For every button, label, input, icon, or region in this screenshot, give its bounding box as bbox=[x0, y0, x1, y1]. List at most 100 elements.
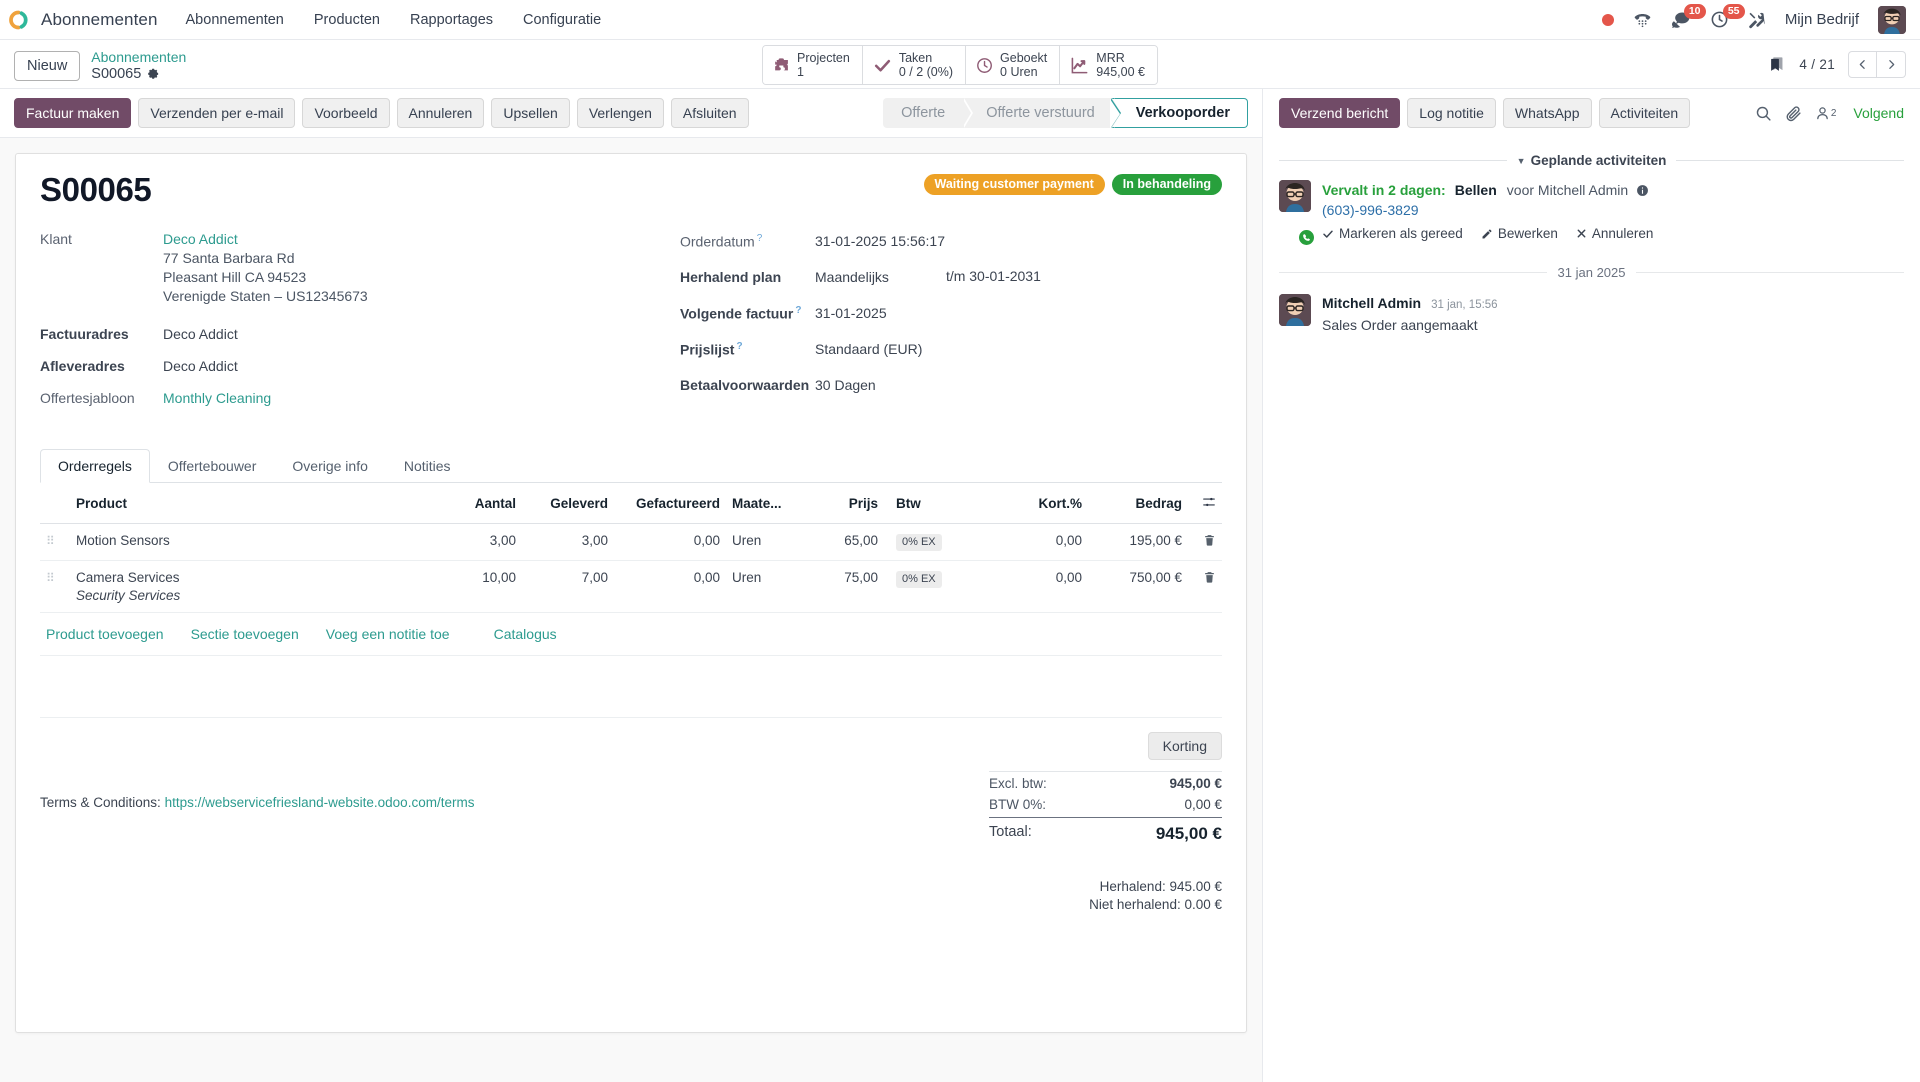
scheduled-activities-title[interactable]: ▼ Geplande activiteiten bbox=[1517, 153, 1667, 168]
stage-offerte-verstuurd[interactable]: Offerte verstuurd bbox=[962, 98, 1123, 128]
field-value-prijslijst[interactable]: Standaard (EUR) bbox=[815, 340, 922, 359]
activity-phone-link[interactable]: (603)-996-3829 bbox=[1322, 201, 1904, 220]
tab-offertebouwer[interactable]: Offertebouwer bbox=[150, 449, 274, 483]
column-product[interactable]: Product bbox=[70, 483, 430, 524]
user-avatar[interactable] bbox=[1878, 5, 1906, 34]
mark-done-button[interactable]: Markeren als gereed bbox=[1322, 224, 1463, 243]
delete-row-icon[interactable] bbox=[1203, 572, 1216, 587]
action-button-upsellen[interactable]: Upsellen bbox=[491, 98, 570, 128]
messages-icon[interactable]: 10 bbox=[1671, 3, 1706, 30]
follow-toggle-button[interactable]: Volgend bbox=[1853, 105, 1904, 121]
add-note-link[interactable]: Voeg een notitie toe bbox=[326, 626, 450, 642]
action-button-afsluiten[interactable]: Afsluiten bbox=[670, 98, 749, 128]
stat-button-geboekt[interactable]: Geboekt 0 Uren bbox=[966, 46, 1061, 84]
app-brand[interactable]: Abonnementen bbox=[8, 8, 158, 32]
drag-handle-icon[interactable]: ⠿ bbox=[46, 571, 55, 585]
stat-button-taken[interactable]: Taken 0 / 2 (0%) bbox=[862, 46, 967, 84]
row-drag-handle[interactable]: ⠿ bbox=[40, 523, 70, 561]
help-icon-orderdatum[interactable]: ? bbox=[757, 233, 763, 244]
column-gefactureerd[interactable]: Gefactureerd bbox=[614, 483, 726, 524]
cell-geleverd[interactable]: 3,00 bbox=[522, 523, 614, 561]
cell-product[interactable]: Camera Services Security Services bbox=[70, 560, 430, 613]
cell-prijs[interactable]: 75,00 bbox=[818, 560, 884, 613]
attachment-paperclip-icon[interactable] bbox=[1785, 105, 1802, 122]
menu-item-rapportages[interactable]: Rapportages bbox=[408, 8, 495, 32]
gear-icon[interactable] bbox=[147, 68, 160, 81]
tab-orderregels[interactable]: Orderregels bbox=[40, 449, 150, 483]
cell-delete[interactable] bbox=[1188, 560, 1222, 613]
add-section-link[interactable]: Sectie toevoegen bbox=[191, 626, 299, 642]
action-button-verlengen[interactable]: Verlengen bbox=[576, 98, 664, 128]
company-switcher[interactable]: Mijn Bedrijf bbox=[1785, 11, 1859, 28]
action-button-verzenden-per-email[interactable]: Verzenden per e-mail bbox=[138, 98, 296, 128]
breadcrumb-parent-link[interactable]: Abonnementen bbox=[91, 49, 186, 65]
edit-activity-button[interactable]: Bewerken bbox=[1481, 224, 1558, 243]
pager-next-button[interactable] bbox=[1877, 51, 1906, 78]
bookmark-icon[interactable] bbox=[1769, 55, 1786, 74]
column-btw[interactable]: Btw bbox=[884, 483, 996, 524]
customer-link[interactable]: Deco Addict bbox=[163, 231, 238, 247]
chevron-down-icon[interactable]: ▼ bbox=[1517, 156, 1526, 166]
column-options-icon[interactable] bbox=[1202, 497, 1216, 512]
field-value-afleveradres[interactable]: Deco Addict bbox=[163, 357, 238, 376]
cell-maateenheid[interactable]: Uren bbox=[726, 523, 818, 561]
action-button-factuur-maken[interactable]: Factuur maken bbox=[14, 98, 132, 128]
dialpad-icon[interactable] bbox=[1633, 10, 1652, 29]
stage-offerte[interactable]: Offerte bbox=[883, 98, 974, 128]
row-drag-handle[interactable]: ⠿ bbox=[40, 560, 70, 613]
new-record-button[interactable]: Nieuw bbox=[14, 51, 81, 81]
info-icon[interactable] bbox=[1636, 184, 1649, 197]
cell-gefactureerd[interactable]: 0,00 bbox=[614, 523, 726, 561]
column-bedrag[interactable]: Bedrag bbox=[1088, 483, 1188, 524]
activities-button[interactable]: Activiteiten bbox=[1598, 98, 1691, 128]
pager-count[interactable]: 4 / 21 bbox=[1799, 57, 1835, 72]
cancel-activity-button[interactable]: Annuleren bbox=[1576, 224, 1653, 243]
cell-geleverd[interactable]: 7,00 bbox=[522, 560, 614, 613]
table-row[interactable]: ⠿ Motion Sensors 3,00 3,00 0,00 Uren 65,… bbox=[40, 523, 1222, 561]
search-icon[interactable] bbox=[1755, 105, 1772, 122]
catalog-link[interactable]: Catalogus bbox=[494, 626, 557, 642]
pager-previous-button[interactable] bbox=[1848, 51, 1877, 78]
whatsapp-button[interactable]: WhatsApp bbox=[1502, 98, 1592, 128]
column-aantal[interactable]: Aantal bbox=[430, 483, 522, 524]
field-value-herhalend-plan[interactable]: Maandelijks bbox=[815, 268, 889, 287]
column-korting[interactable]: Kort.% bbox=[996, 483, 1088, 524]
tab-overige-info[interactable]: Overige info bbox=[274, 449, 385, 483]
cell-product[interactable]: Motion Sensors bbox=[70, 523, 430, 561]
column-prijs[interactable]: Prijs bbox=[818, 483, 884, 524]
field-value-offertesjabloon[interactable]: Monthly Cleaning bbox=[163, 389, 271, 408]
activities-clock-icon[interactable]: 55 bbox=[1710, 4, 1745, 29]
delete-row-icon[interactable] bbox=[1203, 535, 1216, 550]
discount-button[interactable]: Korting bbox=[1147, 732, 1222, 760]
cell-btw[interactable]: 0% EX bbox=[884, 523, 996, 561]
column-geleverd[interactable]: Geleverd bbox=[522, 483, 614, 524]
stage-verkooporder[interactable]: Verkooporder bbox=[1109, 98, 1248, 129]
cell-prijs[interactable]: 65,00 bbox=[818, 523, 884, 561]
cell-korting[interactable]: 0,00 bbox=[996, 523, 1088, 561]
column-maateenheid[interactable]: Maate... bbox=[726, 483, 818, 524]
stat-button-projecten[interactable]: Projecten 1 bbox=[763, 46, 863, 84]
action-button-voorbeeld[interactable]: Voorbeeld bbox=[302, 98, 390, 128]
record-dot-icon[interactable] bbox=[1601, 13, 1614, 26]
cell-aantal[interactable]: 10,00 bbox=[430, 560, 522, 613]
stat-button-mrr[interactable]: MRR 945,00 € bbox=[1060, 46, 1157, 84]
tools-icon[interactable] bbox=[1748, 11, 1766, 29]
cell-btw[interactable]: 0% EX bbox=[884, 560, 996, 613]
send-message-button[interactable]: Verzend bericht bbox=[1279, 98, 1401, 128]
table-row[interactable]: ⠿ Camera Services Security Services 10,0… bbox=[40, 560, 1222, 613]
cell-gefactureerd[interactable]: 0,00 bbox=[614, 560, 726, 613]
terms-url-link[interactable]: https://webservicefriesland-website.odoo… bbox=[165, 795, 475, 810]
message-author[interactable]: Mitchell Admin bbox=[1322, 295, 1421, 311]
field-value-volgende-factuur[interactable]: 31-01-2025 bbox=[815, 304, 887, 323]
add-product-link[interactable]: Product toevoegen bbox=[46, 626, 164, 642]
cell-maateenheid[interactable]: Uren bbox=[726, 560, 818, 613]
log-note-button[interactable]: Log notitie bbox=[1407, 98, 1496, 128]
help-icon-volgende-factuur[interactable]: ? bbox=[795, 305, 801, 316]
menu-item-configuratie[interactable]: Configuratie bbox=[521, 8, 603, 32]
field-value-betaalvoorwaarden[interactable]: 30 Dagen bbox=[815, 376, 876, 395]
column-options[interactable] bbox=[1188, 483, 1222, 524]
drag-handle-icon[interactable]: ⠿ bbox=[46, 534, 55, 548]
action-button-annuleren[interactable]: Annuleren bbox=[396, 98, 485, 128]
help-icon-prijslijst[interactable]: ? bbox=[736, 341, 742, 352]
followers-icon[interactable]: 2 bbox=[1815, 105, 1836, 121]
